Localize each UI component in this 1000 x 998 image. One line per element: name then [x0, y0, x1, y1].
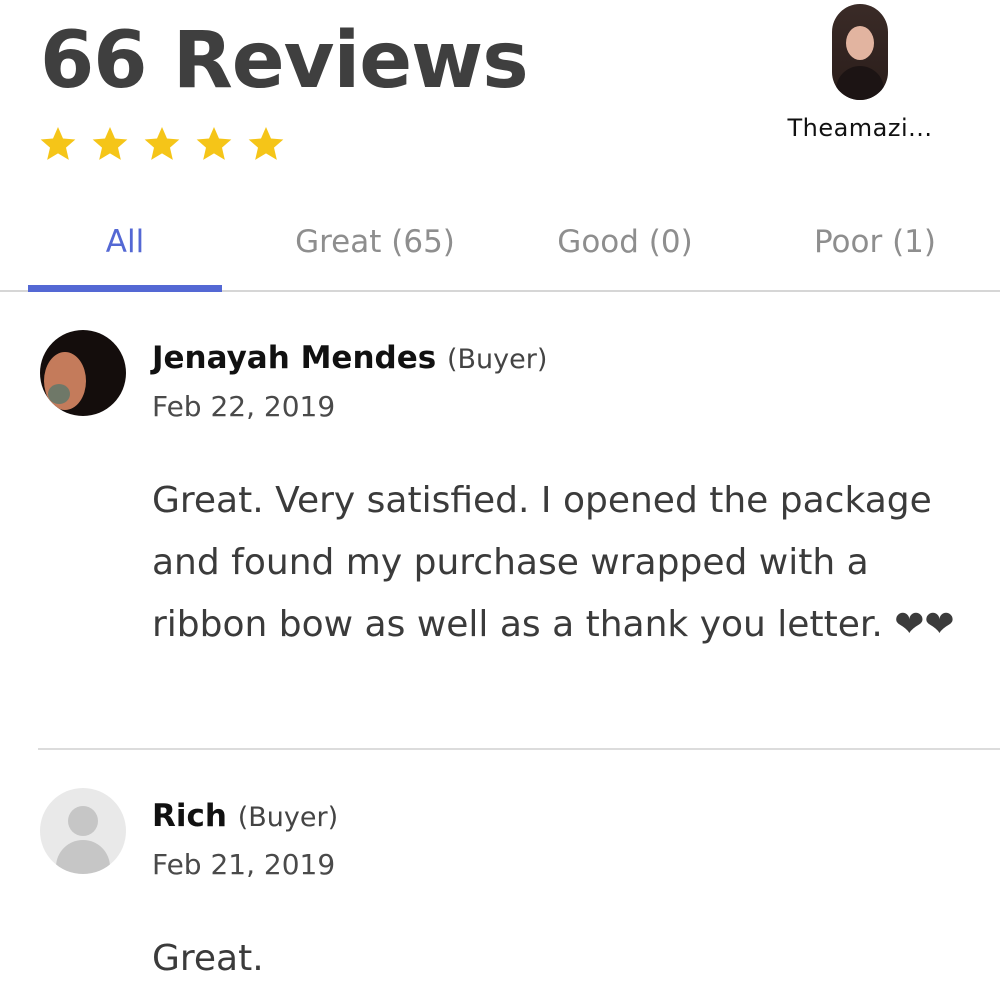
star-icon [144, 127, 180, 160]
review-divider [38, 748, 1000, 750]
star-icon [248, 127, 284, 160]
rating-stars [38, 124, 286, 164]
tab-poor[interactable]: Poor (1) [780, 212, 970, 272]
review-text: Great. Very satisfied. I opened the pack… [152, 480, 955, 645]
reviewer-name[interactable]: Jenayah Mendes [152, 340, 436, 376]
reviewer-name-line: Jenayah Mendes (Buyer) [152, 340, 547, 376]
reviewer-avatar[interactable] [40, 788, 126, 874]
tab-all[interactable]: All [28, 212, 222, 272]
tab-great[interactable]: Great (65) [270, 212, 480, 272]
review-text: Great. [152, 938, 264, 979]
review-filter-tabs: All Great (65) Good (0) Poor (1) [0, 198, 1000, 292]
review-date: Feb 21, 2019 [152, 848, 336, 881]
star-icon [92, 127, 128, 160]
reviewer-role: (Buyer) [447, 344, 548, 375]
reviewer-name-line: Rich (Buyer) [152, 798, 338, 834]
seller-avatar[interactable] [832, 4, 888, 100]
review-date: Feb 22, 2019 [152, 390, 336, 423]
reviewer-name[interactable]: Rich [152, 798, 227, 834]
reviewer-role: (Buyer) [237, 802, 339, 833]
star-icon [40, 127, 76, 160]
reviewer-avatar[interactable] [40, 330, 126, 416]
seller-name[interactable]: Theamazi... [780, 114, 940, 142]
page-title: 66 Reviews [40, 16, 529, 106]
reviews-page: 66 Reviews Theamazi... All Great (65) Go… [0, 0, 1000, 998]
star-icon [196, 127, 232, 160]
tab-good[interactable]: Good (0) [525, 212, 725, 272]
active-tab-indicator [28, 285, 222, 292]
seller-profile[interactable]: Theamazi... [780, 4, 940, 142]
